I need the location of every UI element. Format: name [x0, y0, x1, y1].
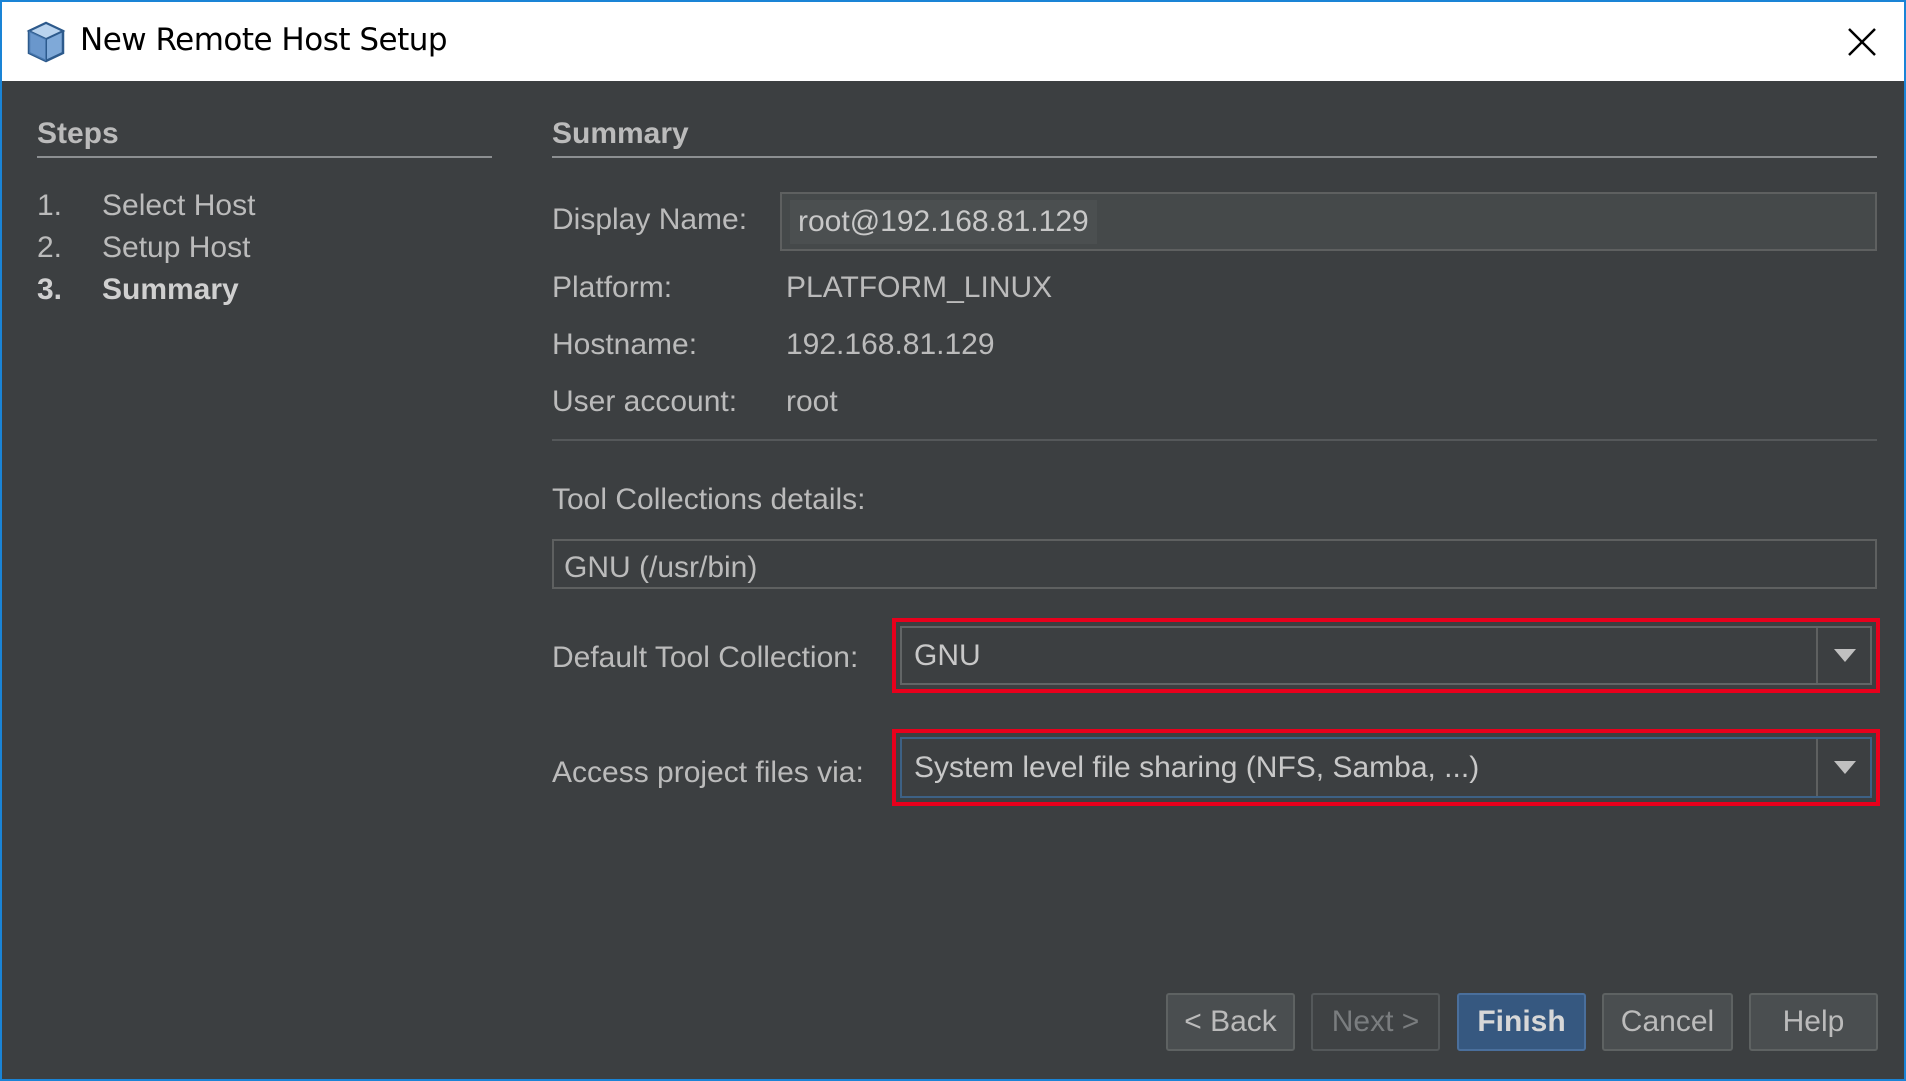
- step-setup-host: 2. Setup Host: [37, 231, 250, 265]
- dialog-window: New Remote Host Setup Steps 1. Select Ho…: [0, 0, 1906, 1081]
- step-number: 1.: [37, 189, 63, 222]
- close-button[interactable]: [1834, 14, 1890, 70]
- finish-button[interactable]: Finish: [1457, 993, 1586, 1051]
- step-summary: 3. Summary: [37, 273, 239, 307]
- selected-value: GNU: [914, 638, 981, 672]
- combo-separator: [1816, 739, 1818, 796]
- step-select-host: 1. Select Host: [37, 189, 255, 223]
- list-item[interactable]: GNU (/usr/bin): [564, 551, 757, 585]
- window-title: New Remote Host Setup: [80, 22, 448, 58]
- steps-heading: Steps: [37, 117, 119, 150]
- access-project-files-select[interactable]: System level file sharing (NFS, Samba, .…: [900, 737, 1872, 798]
- step-label: Summary: [102, 273, 239, 306]
- display-name-value: root@192.168.81.129: [790, 200, 1097, 244]
- access-project-files-label: Access project files via:: [552, 756, 864, 789]
- chevron-down-icon[interactable]: [1834, 649, 1856, 662]
- display-name-field[interactable]: root@192.168.81.129: [780, 192, 1877, 251]
- dialog-content: Steps 1. Select Host 2. Setup Host 3. Su…: [2, 81, 1904, 1079]
- close-icon: [1848, 28, 1876, 56]
- display-name-label: Display Name:: [552, 203, 748, 236]
- help-button[interactable]: Help: [1749, 993, 1878, 1051]
- next-button[interactable]: Next >: [1311, 993, 1440, 1051]
- title-bar[interactable]: New Remote Host Setup: [2, 2, 1904, 81]
- selected-value: System level file sharing (NFS, Samba, .…: [914, 750, 1480, 784]
- user-account-value: root: [786, 385, 838, 418]
- default-tool-collection-select[interactable]: GNU: [900, 626, 1872, 685]
- chevron-down-icon[interactable]: [1834, 761, 1856, 774]
- tool-collections-label: Tool Collections details:: [552, 483, 866, 516]
- platform-value: PLATFORM_LINUX: [786, 271, 1053, 304]
- summary-heading: Summary: [552, 117, 689, 150]
- default-tool-collection-label: Default Tool Collection:: [552, 641, 859, 674]
- hostname-label: Hostname:: [552, 328, 698, 361]
- back-button[interactable]: < Back: [1166, 993, 1295, 1051]
- steps-divider: [37, 156, 492, 158]
- step-number: 2.: [37, 231, 63, 264]
- step-label: Select Host: [102, 189, 256, 222]
- hostname-value: 192.168.81.129: [786, 328, 995, 361]
- summary-divider: [552, 156, 1877, 158]
- cancel-button[interactable]: Cancel: [1602, 993, 1733, 1051]
- step-label: Setup Host: [102, 231, 251, 264]
- section-divider: [552, 439, 1877, 441]
- user-account-label: User account:: [552, 385, 738, 418]
- combo-separator: [1816, 628, 1818, 683]
- step-number: 3.: [37, 273, 63, 306]
- platform-label: Platform:: [552, 271, 673, 304]
- tool-collections-list[interactable]: GNU (/usr/bin): [552, 539, 1877, 589]
- netbeans-cube-icon: [26, 21, 66, 63]
